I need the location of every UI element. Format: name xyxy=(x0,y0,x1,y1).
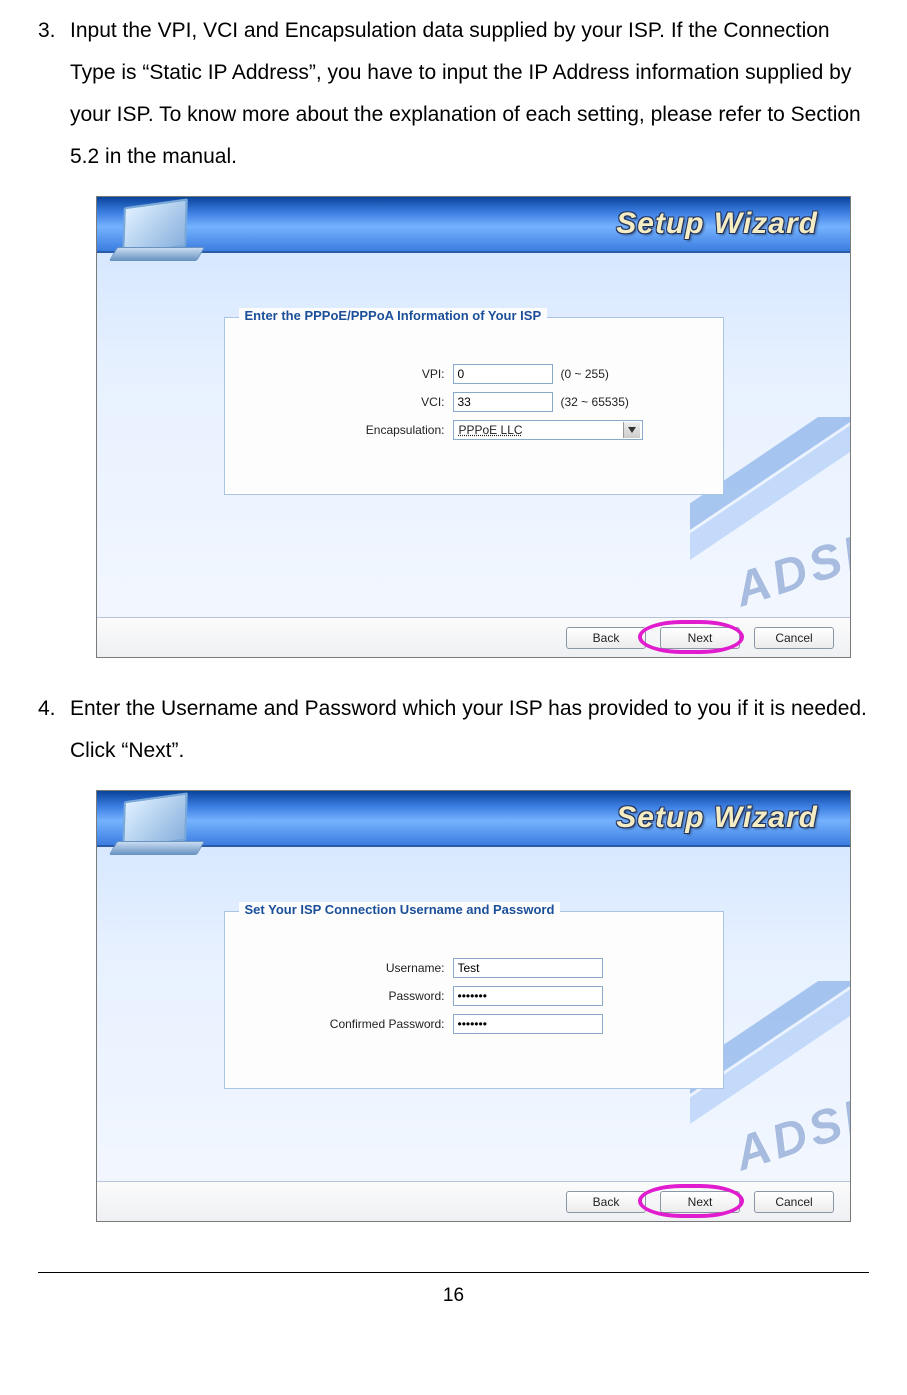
panel-title: Enter the PPPoE/PPPoA Information of You… xyxy=(239,308,548,323)
wizard-body: ADSL Enter the PPPoE/PPPoA Information o… xyxy=(97,253,850,617)
document-page: 3. Input the VPI, VCI and Encapsulation … xyxy=(0,0,907,1347)
wizard-body-2: ADSL Set Your ISP Connection Username an… xyxy=(97,847,850,1181)
wizard-footer: Back Next Cancel xyxy=(97,617,850,657)
encapsulation-value: PPPoE LLC xyxy=(456,422,526,438)
credentials-panel: Set Your ISP Connection Username and Pas… xyxy=(224,911,724,1089)
row-encapsulation: Encapsulation: PPPoE LLC xyxy=(245,420,703,440)
encapsulation-select[interactable]: PPPoE LLC xyxy=(453,420,643,440)
panel-title-2: Set Your ISP Connection Username and Pas… xyxy=(239,902,561,917)
pppoe-panel: Enter the PPPoE/PPPoA Information of You… xyxy=(224,317,724,495)
cancel-button[interactable]: Cancel xyxy=(754,627,834,649)
step-4: 4. Enter the Username and Password which… xyxy=(38,688,869,772)
wizard-header-2: Setup Wizard xyxy=(97,791,850,847)
back-button-2[interactable]: Back xyxy=(566,1191,646,1213)
vpi-label: VPI: xyxy=(245,367,453,381)
password-input[interactable] xyxy=(453,986,603,1006)
vpi-range: (0 ~ 255) xyxy=(561,367,609,381)
vci-input[interactable] xyxy=(453,392,553,412)
encapsulation-label: Encapsulation: xyxy=(245,423,453,437)
wizard-title: Setup Wizard xyxy=(616,207,818,241)
next-button[interactable]: Next xyxy=(660,627,740,649)
cancel-button-2[interactable]: Cancel xyxy=(754,1191,834,1213)
step-3: 3. Input the VPI, VCI and Encapsulation … xyxy=(38,10,869,178)
password-label: Password: xyxy=(245,989,453,1003)
step-3-number: 3. xyxy=(38,10,70,52)
step-3-text: Input the VPI, VCI and Encapsulation dat… xyxy=(70,10,869,178)
confirm-password-input[interactable] xyxy=(453,1014,603,1034)
step-4-text: Enter the Username and Password which yo… xyxy=(70,688,869,772)
vci-label: VCI: xyxy=(245,395,453,409)
next-button-2[interactable]: Next xyxy=(660,1191,740,1213)
wizard-screenshot-1: Setup Wizard ADSL Enter the PPPoE/PPPoA … xyxy=(96,196,851,658)
row-vpi: VPI: (0 ~ 255) xyxy=(245,364,703,384)
wizard-header: Setup Wizard xyxy=(97,197,850,253)
step-4-number: 4. xyxy=(38,688,70,730)
page-number: 16 xyxy=(38,1285,869,1307)
username-input[interactable] xyxy=(453,958,603,978)
back-button[interactable]: Back xyxy=(566,627,646,649)
row-username: Username: xyxy=(245,958,703,978)
row-confirm-password: Confirmed Password: xyxy=(245,1014,703,1034)
wizard-title-2: Setup Wizard xyxy=(616,801,818,835)
vci-range: (32 ~ 65535) xyxy=(561,395,629,409)
footer-rule xyxy=(38,1272,869,1273)
chevron-down-icon xyxy=(623,422,640,438)
vpi-input[interactable] xyxy=(453,364,553,384)
username-label: Username: xyxy=(245,961,453,975)
confirm-password-label: Confirmed Password: xyxy=(245,1017,453,1031)
wizard-screenshot-2: Setup Wizard ADSL Set Your ISP Connectio… xyxy=(96,790,851,1222)
row-password: Password: xyxy=(245,986,703,1006)
wizard-footer-2: Back Next Cancel xyxy=(97,1181,850,1221)
row-vci: VCI: (32 ~ 65535) xyxy=(245,392,703,412)
